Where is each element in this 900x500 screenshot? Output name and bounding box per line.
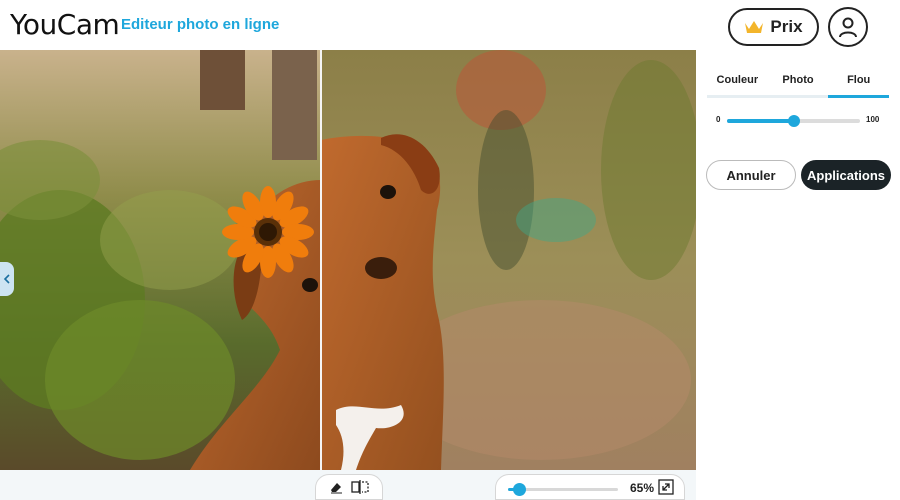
edit-tools-pill [315,474,383,500]
expand-icon[interactable] [658,479,674,495]
collapse-panel-button[interactable] [0,262,14,296]
compare-divider[interactable] [320,50,322,470]
price-label: Prix [770,17,803,36]
crown-icon [745,21,764,33]
user-icon [839,17,857,38]
eraser-icon[interactable] [329,480,343,494]
image-canvas[interactable] [0,50,696,470]
original-photo-illustration [0,50,321,470]
tab-couleur[interactable]: Couleur [707,68,768,98]
chevron-left-icon [3,274,10,284]
blur-slider: 0 100 [714,112,884,128]
blur-slider-handle[interactable] [787,115,800,127]
slider-min-label: 0 [716,115,721,124]
cancel-button[interactable]: Annuler [706,160,796,190]
blurred-image-half [321,50,696,470]
adjustment-tabs: Couleur Photo Flou [707,68,890,98]
original-image-half [0,50,321,470]
app-subtitle: Editeur photo en ligne [121,16,280,33]
blur-slider-fill [727,119,794,123]
app-window: YouCam Editeur photo en ligne Prix 65% C… [0,0,900,500]
app-logo[interactable]: YouCam [10,8,120,41]
apply-button[interactable]: Applications [801,160,891,190]
price-button[interactable]: Prix [728,8,819,46]
zoom-control: 65% [495,474,685,500]
slider-max-label: 100 [866,115,880,124]
split-compare-icon[interactable] [351,480,369,494]
zoom-value: 65% [630,481,655,495]
blur-slider-track[interactable] [727,115,860,127]
zoom-slider-track[interactable] [508,483,618,496]
zoom-slider-handle[interactable] [512,483,526,496]
tab-photo[interactable]: Photo [767,68,829,98]
tab-flou[interactable]: Flou [828,68,890,98]
blurred-photo-illustration [321,50,696,470]
profile-button[interactable] [828,7,868,47]
